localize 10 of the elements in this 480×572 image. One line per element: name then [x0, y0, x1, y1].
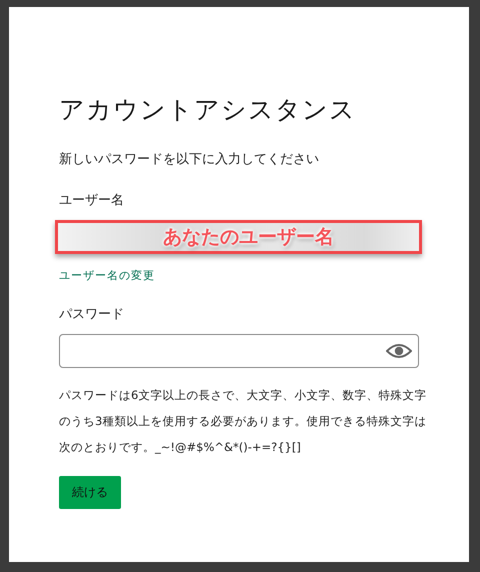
page-title: アカウントアシスタンス — [59, 94, 356, 126]
annotation-text: あなたのユーザー名 — [163, 225, 334, 250]
continue-button[interactable]: 続ける — [59, 476, 121, 509]
field-label: ユーザー名 — [59, 192, 124, 209]
instruction-text: 新しいパスワードを以下に入力してください — [59, 151, 319, 168]
password-field[interactable] — [59, 334, 419, 368]
eye-icon[interactable] — [386, 342, 412, 360]
help-text: パスワードは6文字以上の長さで、大文字、小文字、数字、特殊文字のうち3種類以上を使用する必要があります。使用できる特殊文字は次のとおりです。_~!@#$%^&*()-+=?{}[] — [59, 387, 428, 456]
change-username-link[interactable]: ユーザー名の変更 — [59, 268, 155, 283]
field-label: パスワード — [59, 306, 124, 323]
